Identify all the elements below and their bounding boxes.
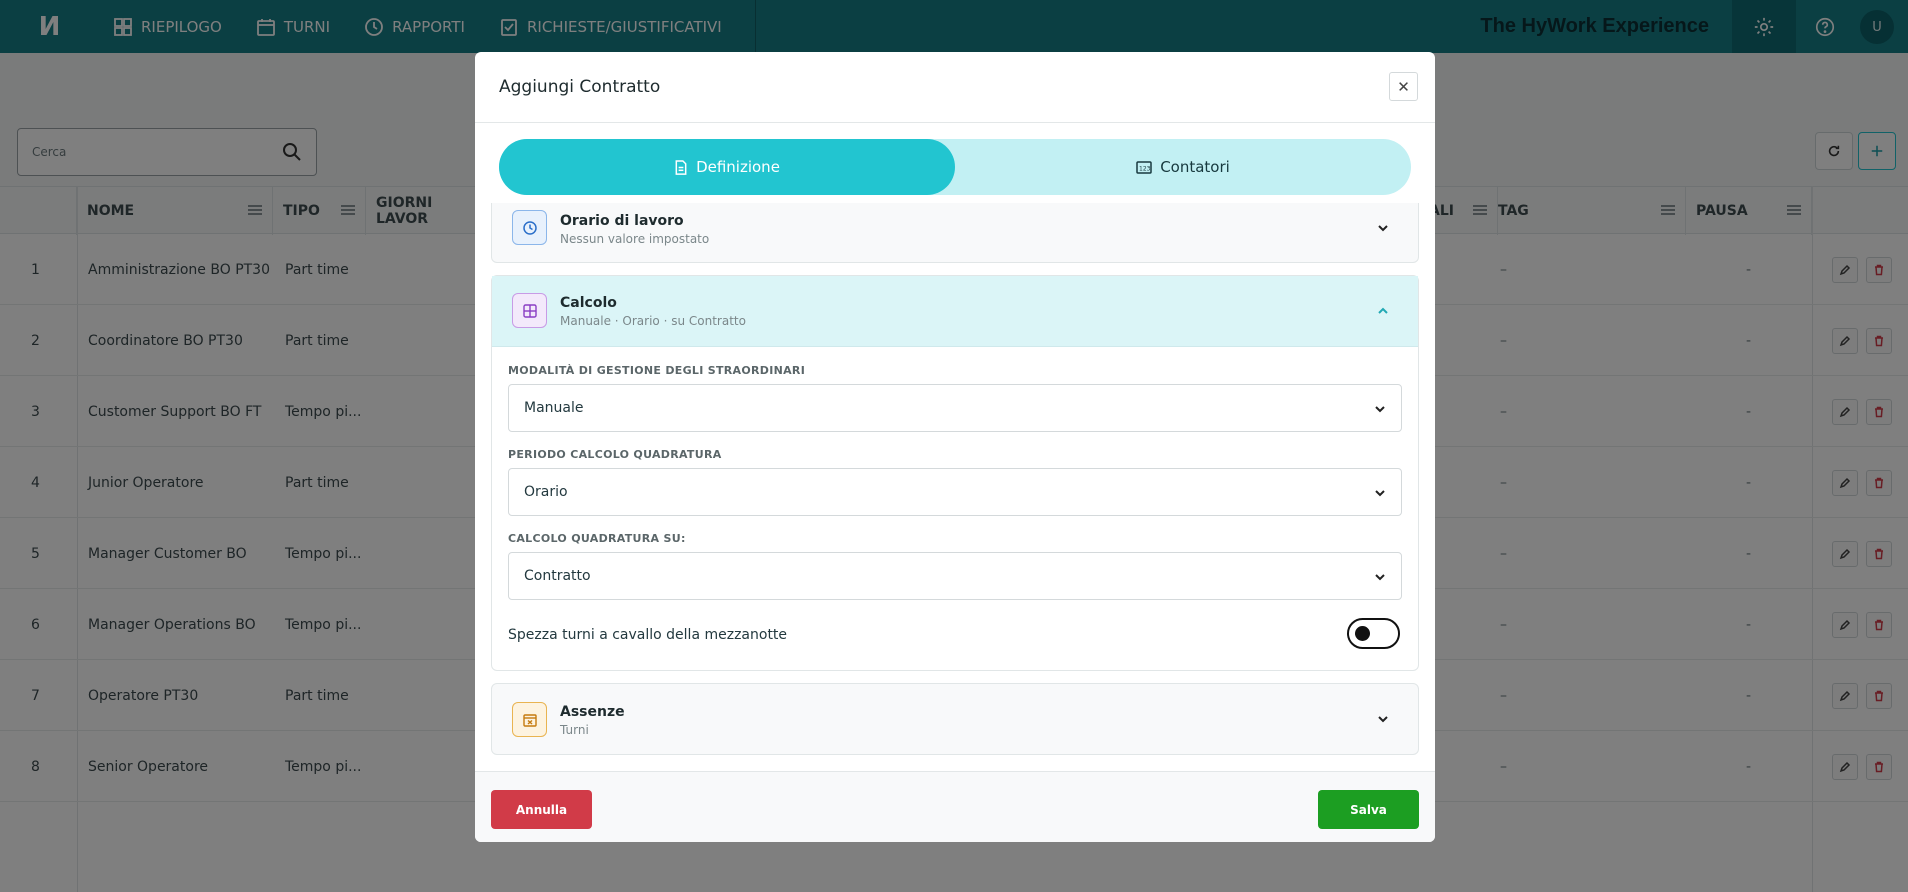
select-value: Manuale: [524, 400, 584, 416]
close-icon: ✕: [1397, 77, 1410, 96]
modal-header: Aggiungi Contratto ✕: [475, 52, 1435, 123]
calculator-icon: [512, 293, 547, 328]
document-icon: [675, 159, 687, 175]
periodo-select[interactable]: Orario: [508, 468, 1402, 516]
modal-footer: Annulla Salva: [475, 771, 1435, 842]
spezza-label: Spezza turni a cavallo della mezzanotte: [508, 627, 788, 643]
section-title: Calcolo: [560, 295, 617, 311]
section-title: Assenze: [560, 704, 625, 720]
calcolo-su-select[interactable]: Contratto: [508, 552, 1402, 600]
section-title: Orario di lavoro: [560, 213, 684, 229]
section-assenze[interactable]: Assenze Turni: [491, 683, 1419, 755]
section-subtitle: Turni: [560, 723, 589, 737]
svg-text:123: 123: [1139, 165, 1151, 172]
tab-label: Definizione: [696, 158, 780, 176]
tab-label: Contatori: [1160, 158, 1230, 176]
calcolo-su-label: CALCOLO QUADRATURA SU:: [508, 532, 686, 545]
tab-definizione[interactable]: Definizione: [499, 139, 955, 195]
section-orario[interactable]: Orario di lavoro Nessun valore impostato: [491, 203, 1419, 263]
calendar-x-icon: [512, 702, 547, 737]
chevron-down-icon: [1375, 406, 1385, 413]
chevron-down-icon: [1375, 490, 1385, 497]
chevron-down-icon: [1375, 574, 1385, 581]
straordinari-select[interactable]: Manuale: [508, 384, 1402, 432]
modal-body[interactable]: Orario di lavoro Nessun valore impostato…: [491, 203, 1419, 773]
section-calcolo: Calcolo Manuale · Orario · su Contratto …: [491, 275, 1419, 671]
modal-title: Aggiungi Contratto: [499, 77, 661, 97]
spezza-toggle[interactable]: [1347, 618, 1400, 649]
chevron-up-icon[interactable]: [1376, 304, 1390, 318]
add-contract-modal: Aggiungi Contratto ✕ Definizione 123 Con…: [475, 52, 1435, 842]
close-button[interactable]: ✕: [1389, 72, 1418, 101]
cancel-button[interactable]: Annulla: [491, 790, 592, 829]
chevron-down-icon[interactable]: [1376, 712, 1390, 726]
periodo-label: PERIODO CALCOLO QUADRATURA: [508, 448, 722, 461]
section-subtitle: Manuale · Orario · su Contratto: [560, 314, 746, 328]
section-subtitle: Nessun valore impostato: [560, 232, 710, 246]
counter-icon: 123: [1136, 160, 1152, 174]
clock-icon: [512, 210, 547, 245]
modal-tabs: Definizione 123 Contatori: [499, 139, 1411, 195]
tab-contatori[interactable]: 123 Contatori: [955, 139, 1411, 195]
select-value: Contratto: [524, 568, 591, 584]
calcolo-header[interactable]: Calcolo Manuale · Orario · su Contratto: [492, 276, 1418, 347]
chevron-down-icon[interactable]: [1376, 221, 1390, 235]
straordinari-label: MODALITÀ DI GESTIONE DEGLI STRAORDINARI: [508, 364, 806, 377]
select-value: Orario: [524, 484, 568, 500]
save-button[interactable]: Salva: [1318, 790, 1419, 829]
